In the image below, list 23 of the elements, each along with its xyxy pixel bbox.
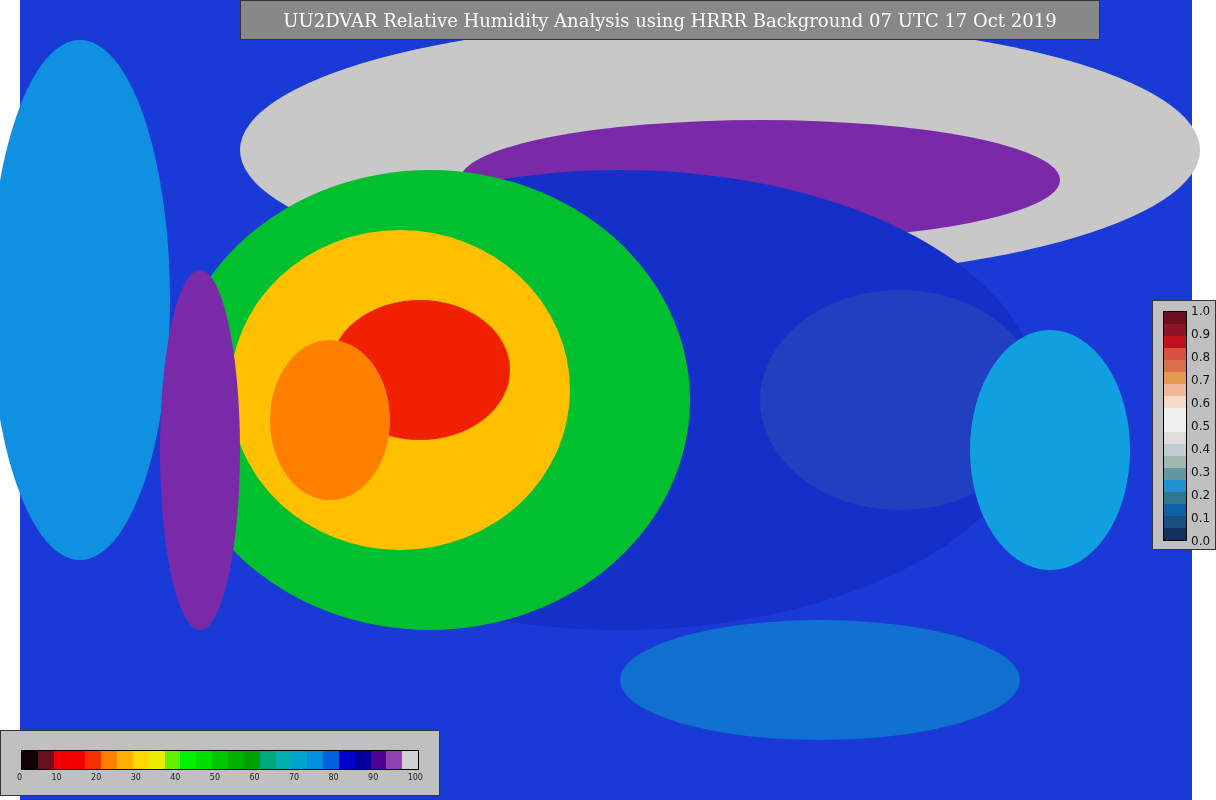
tick-label: 0.5 — [1191, 419, 1211, 433]
tick-label: 0.9 — [1191, 327, 1211, 341]
tick-label: 0.6 — [1191, 396, 1211, 410]
tick-label: 0 — [17, 773, 23, 782]
tick-label: 0.8 — [1191, 350, 1211, 364]
tick-label: 100 — [407, 773, 423, 782]
tick-label: 1.0 — [1191, 304, 1211, 318]
tick-label: 0.2 — [1191, 488, 1211, 502]
tick-label: 20 — [91, 773, 102, 782]
tick-label: 0.1 — [1191, 511, 1211, 525]
tick-label: 10 — [51, 773, 62, 782]
tick-label: 0.3 — [1191, 465, 1211, 479]
tick-label: 0.4 — [1191, 442, 1211, 456]
tick-label: 90 — [368, 773, 379, 782]
tick-label: 40 — [170, 773, 181, 782]
tick-label: 0.7 — [1191, 373, 1211, 387]
tick-label: 30 — [130, 773, 141, 782]
tick-label: 50 — [209, 773, 220, 782]
tick-label: 70 — [288, 773, 300, 782]
map-title: UU2DVAR Relative Humidity Analysis using HRRR Background 07 UTC 17 Oct 2019 — [240, 0, 1100, 40]
tick-label: 0.0 — [1191, 534, 1211, 548]
tick-label: 80 — [328, 773, 339, 782]
tick-label: 60 — [249, 773, 260, 782]
